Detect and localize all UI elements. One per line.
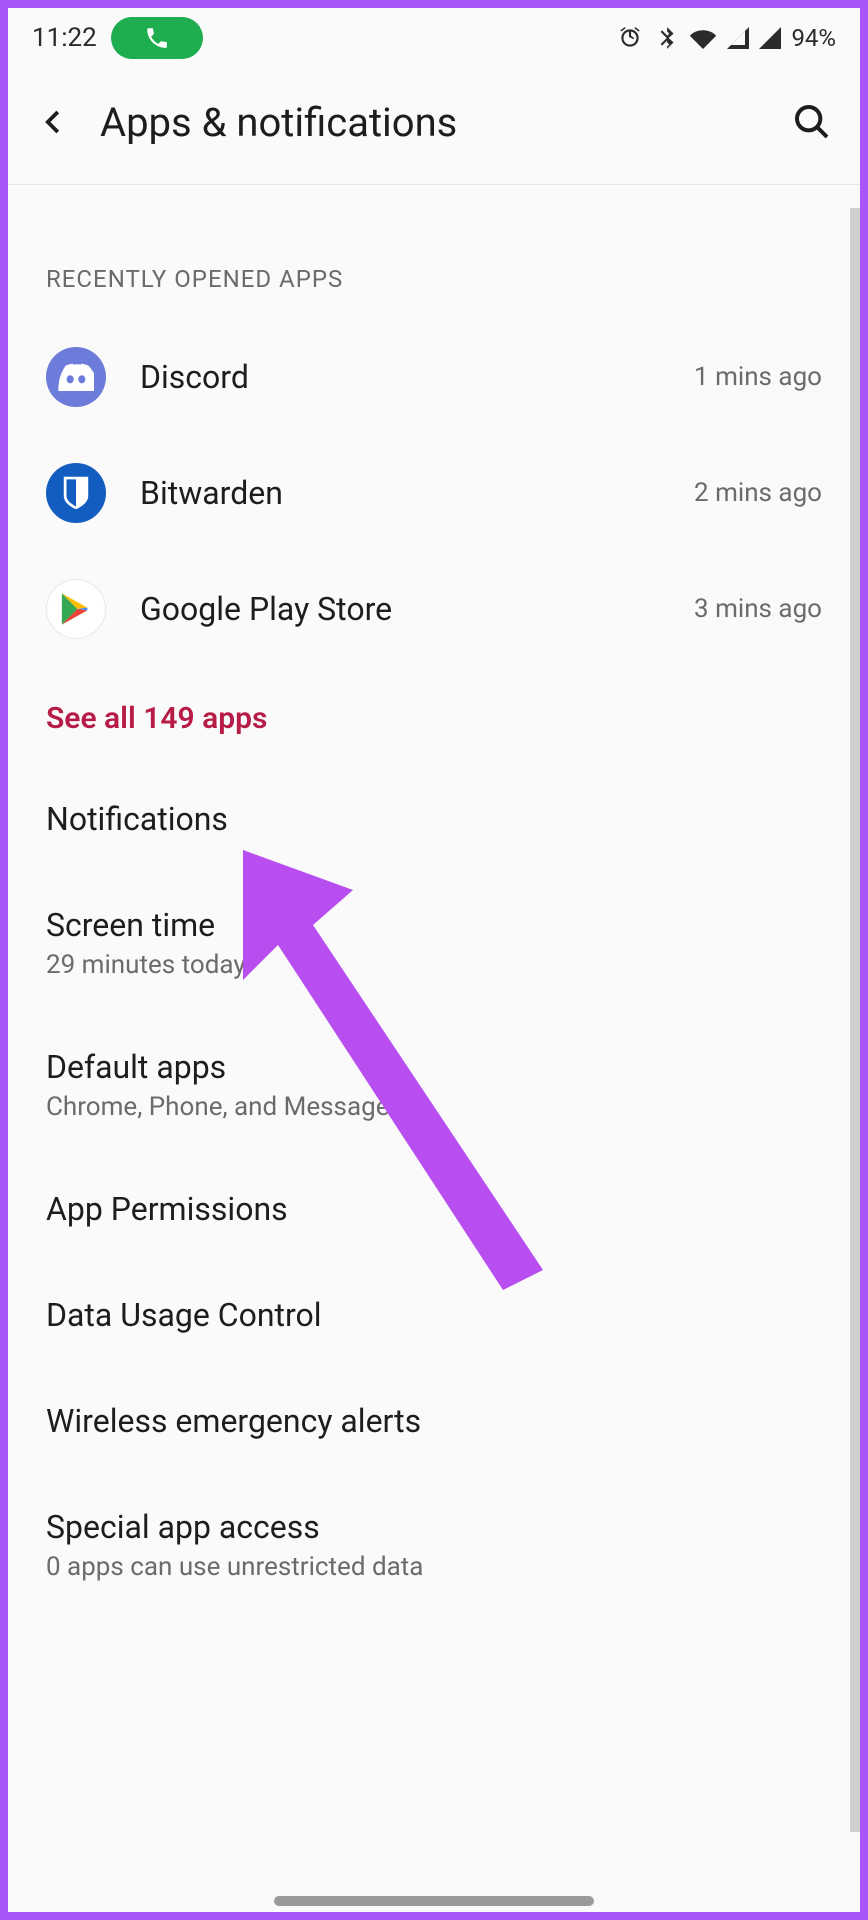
recent-app-row[interactable]: Google Play Store 3 mins ago xyxy=(8,551,860,667)
setting-subtitle: Chrome, Phone, and Messages xyxy=(46,1092,822,1122)
app-name: Google Play Store xyxy=(140,590,660,628)
setting-title: Data Usage Control xyxy=(46,1296,822,1334)
setting-wireless-emergency[interactable]: Wireless emergency alerts xyxy=(8,1368,860,1474)
bitwarden-icon xyxy=(46,463,106,523)
nav-handle[interactable] xyxy=(274,1896,594,1906)
google-play-icon xyxy=(46,579,106,639)
back-button[interactable] xyxy=(32,100,76,144)
phone-icon xyxy=(144,25,170,51)
active-call-pill[interactable] xyxy=(111,17,203,59)
app-time: 1 mins ago xyxy=(694,362,822,392)
page-title: Apps & notifications xyxy=(100,99,764,146)
status-battery: 94% xyxy=(791,24,836,52)
setting-title: Notifications xyxy=(46,800,822,838)
search-button[interactable] xyxy=(788,98,836,146)
signal-1-icon xyxy=(727,27,749,49)
discord-icon xyxy=(46,347,106,407)
page-header: Apps & notifications xyxy=(8,68,860,185)
bluetooth-icon xyxy=(653,25,679,51)
setting-subtitle: 29 minutes today xyxy=(46,950,822,980)
status-time: 11:22 xyxy=(32,23,97,53)
app-time: 3 mins ago xyxy=(694,594,822,624)
section-label-recent: RECENTLY OPENED APPS xyxy=(8,185,860,319)
wifi-icon xyxy=(689,27,717,49)
recent-app-row[interactable]: Discord 1 mins ago xyxy=(8,319,860,435)
setting-special-access[interactable]: Special app access 0 apps can use unrest… xyxy=(8,1474,860,1616)
search-icon xyxy=(792,102,832,142)
setting-title: Wireless emergency alerts xyxy=(46,1402,822,1440)
signal-2-icon xyxy=(759,27,781,49)
setting-title: Screen time xyxy=(46,906,822,944)
alarm-icon xyxy=(617,25,643,51)
setting-notifications[interactable]: Notifications xyxy=(8,766,860,872)
status-bar: 11:22 94% xyxy=(8,8,860,68)
see-all-apps-link[interactable]: See all 149 apps xyxy=(8,667,860,766)
recent-app-row[interactable]: Bitwarden 2 mins ago xyxy=(8,435,860,551)
setting-title: Special app access xyxy=(46,1508,822,1546)
setting-title: Default apps xyxy=(46,1048,822,1086)
app-name: Bitwarden xyxy=(140,474,660,512)
content-scroll[interactable]: RECENTLY OPENED APPS Discord 1 mins ago … xyxy=(8,185,860,1912)
scrollbar[interactable] xyxy=(850,208,860,1832)
chevron-left-icon xyxy=(39,107,69,137)
app-name: Discord xyxy=(140,358,660,396)
setting-data-usage[interactable]: Data Usage Control xyxy=(8,1262,860,1368)
setting-app-permissions[interactable]: App Permissions xyxy=(8,1156,860,1262)
setting-screen-time[interactable]: Screen time 29 minutes today xyxy=(8,872,860,1014)
app-time: 2 mins ago xyxy=(694,478,822,508)
setting-default-apps[interactable]: Default apps Chrome, Phone, and Messages xyxy=(8,1014,860,1156)
setting-subtitle: 0 apps can use unrestricted data xyxy=(46,1552,822,1582)
setting-title: App Permissions xyxy=(46,1190,822,1228)
